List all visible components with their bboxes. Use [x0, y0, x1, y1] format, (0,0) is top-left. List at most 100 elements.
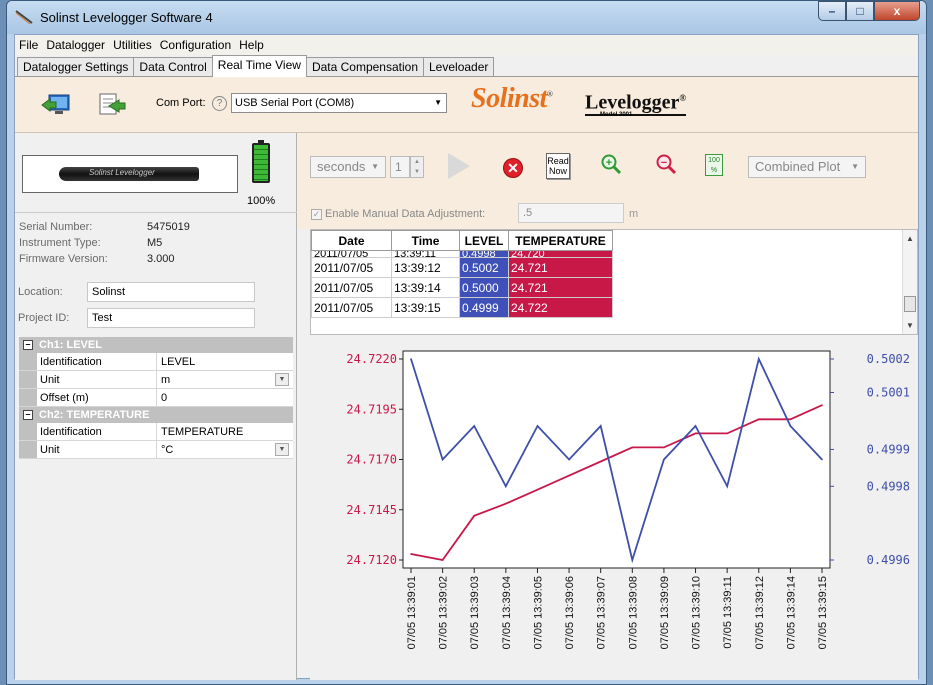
y-left-tick-label: 24.7145: [346, 503, 397, 517]
offset-field[interactable]: 0: [157, 389, 293, 406]
unit-value: °C: [161, 444, 174, 456]
tab-datalogger-settings[interactable]: Datalogger Settings: [17, 57, 135, 76]
interval-value-field[interactable]: 1: [390, 156, 410, 178]
collapse-icon[interactable]: –: [23, 340, 33, 350]
tab-leveloader[interactable]: Leveloader: [423, 57, 495, 76]
interval-unit-select[interactable]: seconds ▼: [310, 156, 386, 178]
interval-unit-value: seconds: [317, 159, 366, 174]
identification-field[interactable]: LEVEL: [157, 353, 293, 370]
x-tick-label: 07/05 13:39:12: [754, 576, 766, 649]
data-point: [726, 485, 728, 488]
manual-adjustment-toggle[interactable]: ✓ Enable Manual Data Adjustment:: [311, 208, 485, 220]
adjustment-value-field[interactable]: .5: [518, 203, 624, 223]
menu-file[interactable]: File: [19, 38, 38, 52]
instrument-type-label: Instrument Type:: [19, 237, 101, 249]
title-bar[interactable]: Solinst Levelogger Software 4 – □ x: [7, 1, 926, 34]
col-header-level[interactable]: LEVEL: [459, 230, 509, 251]
table-row[interactable]: 2011/07/05 13:39:12 0.5002 24.721: [311, 257, 613, 278]
table-scrollbar[interactable]: ▲ ▼: [902, 230, 917, 334]
stop-icon[interactable]: ✕: [503, 158, 523, 178]
manual-adjustment-label: Enable Manual Data Adjustment:: [325, 208, 486, 220]
collapse-icon[interactable]: –: [23, 410, 33, 420]
data-point: [631, 446, 634, 449]
grid-row: Identification LEVEL: [19, 353, 293, 371]
cell-temperature: 24.721: [508, 277, 613, 298]
export-document-icon[interactable]: [97, 91, 127, 117]
data-point: [536, 488, 539, 491]
device-image-box: Solinst Levelogger: [22, 155, 238, 193]
cell-time: 13:39:14: [391, 277, 460, 298]
chevron-down-icon[interactable]: ▼: [275, 373, 289, 386]
identification-field[interactable]: TEMPERATURE: [157, 423, 293, 440]
property-name: Unit: [37, 371, 157, 388]
data-point: [789, 425, 792, 427]
table-row[interactable]: 2011/07/05 13:39:14 0.5000 24.721: [311, 277, 613, 298]
realtime-panel: seconds ▼ 1 ▲ ▼ ✕ Read Now + − 100 % Combin…: [298, 133, 918, 680]
data-point: [631, 559, 634, 561]
maximize-button[interactable]: □: [846, 1, 874, 21]
channel-grid: – Ch1: LEVEL Identification LEVEL Unit m ▼ O…: [19, 337, 293, 459]
read-now-button[interactable]: Read Now: [546, 153, 570, 179]
data-point: [505, 502, 507, 505]
firmware-value: 3.000: [147, 253, 175, 265]
data-point: [473, 514, 476, 517]
col-header-temperature[interactable]: TEMPERATURE: [508, 230, 613, 251]
location-field[interactable]: Solinst: [87, 282, 255, 302]
plot-mode-select[interactable]: Combined Plot ▼: [748, 156, 866, 178]
scroll-down-icon[interactable]: ▼: [906, 321, 914, 330]
y-left-tick-label: 24.7220: [346, 352, 397, 366]
brand-mark: ®: [546, 89, 553, 99]
scroll-thumb[interactable]: [904, 296, 916, 312]
chevron-down-icon[interactable]: ▼: [275, 443, 289, 456]
channel-2-header[interactable]: – Ch2: TEMPERATURE: [19, 407, 293, 423]
close-icon: x: [893, 4, 901, 18]
table-row[interactable]: 2011/07/05 13:39:11 0.4998 24.720: [311, 250, 613, 258]
product-name: Levelogger: [585, 91, 680, 114]
tab-data-control[interactable]: Data Control: [133, 57, 213, 76]
col-header-time[interactable]: Time: [391, 230, 460, 251]
menu-datalogger[interactable]: Datalogger: [46, 38, 105, 52]
col-header-date[interactable]: Date: [311, 230, 392, 251]
data-point: [694, 425, 697, 427]
zoom-in-icon[interactable]: +: [600, 153, 622, 175]
cell-level: 0.4999: [459, 297, 509, 318]
zoom-100-icon[interactable]: 100 %: [705, 154, 723, 176]
interval-stepper[interactable]: ▲ ▼: [410, 156, 424, 178]
close-button[interactable]: x: [874, 1, 920, 21]
channel-1-header[interactable]: – Ch1: LEVEL: [19, 337, 293, 353]
help-icon[interactable]: ?: [212, 96, 227, 111]
cell-date: 2011/07/05: [311, 277, 392, 298]
x-tick-label: 07/05 13:39:03: [469, 576, 481, 649]
data-point: [441, 559, 444, 561]
zoom-out-icon[interactable]: −: [655, 153, 677, 175]
cell-date: 2011/07/05: [311, 250, 392, 258]
download-monitor-icon[interactable]: [41, 91, 71, 117]
realtime-controls: seconds ▼ 1 ▲ ▼ ✕ Read Now + − 100 % Combin…: [298, 133, 918, 229]
grid-row: Offset (m) 0: [19, 389, 293, 407]
unit-select[interactable]: m ▼: [157, 371, 293, 388]
table-row[interactable]: 2011/07/05 13:39:15 0.4999 24.722: [311, 297, 613, 318]
scroll-up-icon[interactable]: ▲: [906, 234, 914, 243]
tab-data-compensation[interactable]: Data Compensation: [305, 57, 424, 76]
menu-help[interactable]: Help: [239, 38, 264, 52]
menu-utilities[interactable]: Utilities: [113, 38, 152, 52]
checkbox-icon[interactable]: ✓: [311, 208, 322, 220]
chevron-down-icon: ▼: [371, 162, 379, 171]
serial-value: 5475019: [147, 221, 190, 233]
play-icon[interactable]: [448, 153, 470, 179]
unit-value: m: [161, 374, 171, 386]
property-name: Identification: [37, 353, 157, 370]
y-left-tick-label: 24.7195: [346, 402, 397, 416]
com-port-select[interactable]: USB Serial Port (COM8) ▼: [231, 93, 447, 113]
minimize-button[interactable]: –: [818, 1, 846, 21]
project-field[interactable]: Test: [87, 308, 255, 328]
menu-configuration[interactable]: Configuration: [160, 38, 231, 52]
cell-temperature: 24.721: [508, 257, 613, 278]
x-tick-label: 07/05 13:39:07: [596, 576, 608, 649]
data-point: [599, 460, 602, 463]
data-point: [821, 404, 823, 407]
location-label: Location:: [18, 286, 63, 298]
unit-select[interactable]: °C ▼: [157, 441, 293, 458]
adjustment-unit: m: [629, 208, 639, 220]
tab-real-time-view[interactable]: Real Time View: [211, 55, 307, 77]
